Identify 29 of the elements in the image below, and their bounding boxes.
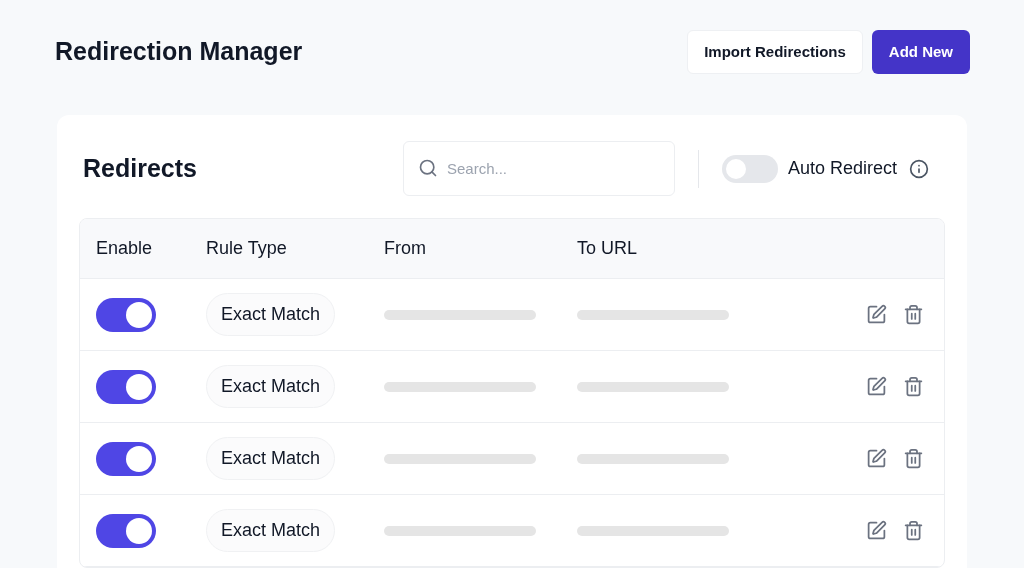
card-title: Redirects (83, 152, 198, 184)
edit-icon[interactable] (866, 304, 887, 325)
edit-icon[interactable] (866, 376, 887, 397)
toggle-switch[interactable] (722, 154, 778, 183)
rule-type-tag: Exact Match (206, 365, 336, 408)
info-icon[interactable] (909, 158, 930, 179)
toggle-switch[interactable] (96, 513, 156, 548)
column-header: To URL (577, 238, 638, 258)
toggle-switch[interactable] (96, 441, 156, 476)
rule-type-tag: Exact Match (206, 437, 336, 480)
toggle-switch[interactable] (96, 297, 156, 332)
rule-type-tag: Exact Match (206, 293, 336, 336)
delete-icon[interactable] (903, 448, 924, 469)
edit-icon[interactable] (866, 448, 887, 469)
column-header: From (384, 238, 426, 258)
page-title: Redirection Manager (55, 36, 303, 68)
search-field[interactable]: Search... (403, 141, 675, 196)
toggle-switch[interactable] (96, 369, 156, 404)
delete-icon[interactable] (903, 376, 924, 397)
column-header: Enable (96, 238, 153, 258)
column-header: Rule Type (206, 238, 287, 258)
add-new-button[interactable]: Add New (871, 30, 970, 74)
auto-redirect-label: Auto Redirect (788, 157, 898, 180)
rule-type-tag: Exact Match (206, 509, 336, 552)
delete-icon[interactable] (903, 520, 924, 541)
import-button[interactable]: Import Redirections (687, 30, 863, 74)
delete-icon[interactable] (903, 304, 924, 325)
edit-icon[interactable] (866, 520, 887, 541)
search-icon (418, 158, 438, 178)
